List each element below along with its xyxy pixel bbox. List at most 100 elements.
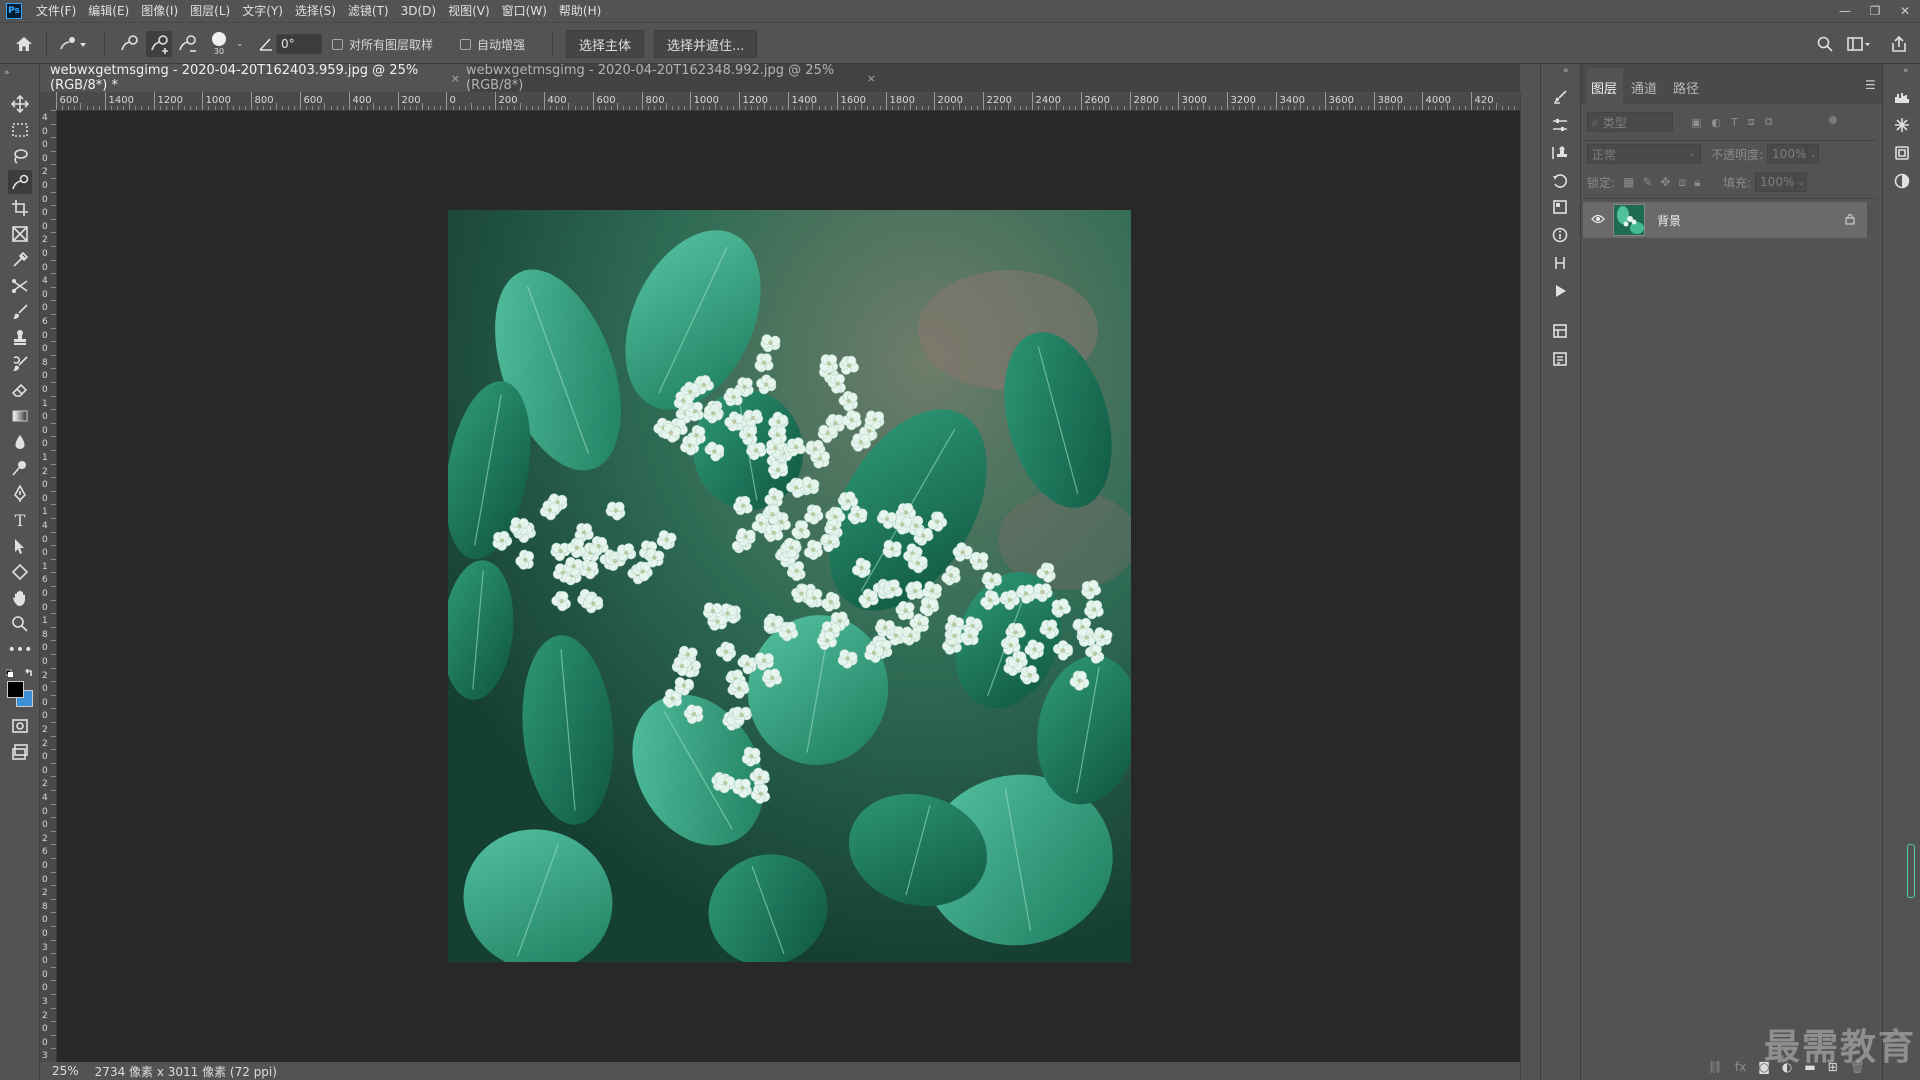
histogram-icon[interactable] (1893, 88, 1911, 106)
collapse-dock-icon[interactable]: « (1563, 66, 1569, 76)
zoom-level[interactable]: 25% (52, 1064, 79, 1078)
menu-layer[interactable]: 图层(L) (184, 0, 236, 22)
eraser-tool-icon[interactable] (8, 378, 32, 402)
clone-source-icon[interactable] (1551, 144, 1569, 162)
clone-stamp-tool-icon[interactable] (8, 326, 32, 350)
home-icon[interactable] (14, 23, 34, 65)
search-icon[interactable] (1816, 23, 1834, 65)
libraries-icon[interactable] (1893, 144, 1911, 162)
new-selection-mode-icon[interactable] (118, 23, 140, 65)
menu-select[interactable]: 选择(S) (289, 0, 342, 22)
paths-panel-icon[interactable] (1551, 254, 1569, 272)
pixel-layer-filter-icon[interactable]: ▣ (1691, 116, 1701, 129)
layer-name[interactable]: 背景 (1657, 212, 1681, 229)
vertical-ruler[interactable]: 4 0 0 0 2 0 0 0 0 2 0 0 4 0 0 6 0 0 8 0 0 1 0 0 0 1 2 0 0 1 4 0 0 1 6 0 0 1 8 0… (40, 110, 57, 1062)
canvas-area[interactable] (57, 111, 1520, 1062)
opacity-dropdown-icon[interactable]: ⌄ (1807, 144, 1820, 164)
lock-position-icon[interactable]: ✥ (1660, 175, 1670, 189)
close-tab-icon[interactable]: × (867, 72, 876, 85)
history-icon[interactable] (1551, 172, 1569, 190)
marquee-tool-icon[interactable] (8, 118, 32, 142)
menu-3d[interactable]: 3D(D) (395, 0, 442, 22)
layer-lock-icon[interactable] (1845, 213, 1855, 228)
opacity-input[interactable]: 100% (1767, 144, 1808, 164)
restore-button[interactable]: ❐ (1860, 0, 1890, 22)
minimize-button[interactable]: — (1830, 0, 1860, 22)
fill-input[interactable]: 100% (1755, 172, 1796, 192)
menu-type[interactable]: 文字(Y) (236, 0, 289, 22)
menu-window[interactable]: 窗口(W) (496, 0, 553, 22)
filter-toggle-icon[interactable] (1829, 116, 1837, 124)
quick-mask-icon[interactable] (8, 714, 32, 738)
layer-row-background[interactable]: 背景 (1583, 202, 1867, 238)
hand-tool-icon[interactable] (8, 586, 32, 610)
share-icon[interactable] (1890, 23, 1908, 65)
gradient-tool-icon[interactable] (8, 404, 32, 428)
menu-image[interactable]: 图像(I) (135, 0, 184, 22)
layer-style-fx-icon[interactable]: fx (1735, 1060, 1746, 1074)
menu-edit[interactable]: 编辑(E) (82, 0, 135, 22)
sample-all-layers-checkbox[interactable]: 对所有图层取样 (332, 23, 433, 65)
layer-filter-select[interactable]: ⌕ 类型 (1587, 112, 1673, 132)
type-layer-filter-icon[interactable]: T (1731, 116, 1738, 129)
quick-selection-tool-icon[interactable] (8, 170, 32, 194)
adjustments-sliders-icon[interactable] (1551, 116, 1569, 134)
type-tool-icon[interactable]: T (8, 508, 32, 532)
subtract-from-selection-mode-icon[interactable] (176, 23, 198, 65)
shape-tool-icon[interactable] (8, 560, 32, 584)
path-selection-tool-icon[interactable] (8, 534, 32, 558)
history-brush-tool-icon[interactable] (8, 352, 32, 376)
tab-channels[interactable]: 通道 (1631, 78, 1657, 97)
chevron-down-icon[interactable]: ⌄ (236, 23, 244, 65)
notes-icon[interactable] (1551, 350, 1569, 368)
smart-object-filter-icon[interactable]: ⧉ (1765, 115, 1773, 129)
tab-layers[interactable]: 图层 (1591, 78, 1617, 97)
auto-enhance-checkbox[interactable]: 自动增强 (460, 23, 525, 65)
healing-brush-tool-icon[interactable] (8, 274, 32, 298)
collapse-right-dock-icon[interactable]: « (1903, 66, 1909, 76)
menu-filter[interactable]: 滤镜(T) (342, 0, 395, 22)
fill-dropdown-icon[interactable]: ⌄ (1795, 172, 1808, 192)
lock-all-icon[interactable]: 🔒︎ (1694, 175, 1700, 190)
properties-icon[interactable] (1551, 322, 1569, 340)
screen-mode-icon[interactable] (8, 740, 32, 764)
more-tools-icon[interactable]: ••• (8, 638, 33, 662)
add-to-selection-mode-icon[interactable] (146, 23, 172, 65)
close-button[interactable]: ✕ (1890, 0, 1920, 22)
menu-file[interactable]: 文件(F) (30, 0, 82, 22)
eyedropper-tool-icon[interactable] (8, 248, 32, 272)
dodge-tool-icon[interactable] (8, 456, 32, 480)
document-image[interactable] (448, 210, 1131, 962)
swatches-icon[interactable] (1551, 198, 1569, 216)
brush-tool-icon[interactable] (8, 300, 32, 324)
tab-document-2[interactable]: webwxgetmsgimg - 2020-04-20T162348.992.j… (456, 63, 886, 93)
brush-settings-icon[interactable] (1551, 88, 1569, 106)
info-icon[interactable] (1551, 226, 1569, 244)
lock-artboard-icon[interactable]: ⧈ (1679, 175, 1687, 190)
panel-menu-icon[interactable]: ☰ (1865, 78, 1876, 92)
visibility-eye-icon[interactable] (1591, 213, 1607, 227)
menu-view[interactable]: 视图(V) (442, 0, 496, 22)
scroll-indicator[interactable] (1907, 844, 1915, 898)
tab-document-1[interactable]: webwxgetmsgimg - 2020-04-20T162403.959.j… (40, 63, 470, 93)
blend-mode-select[interactable]: 正常 ⌄ (1587, 144, 1701, 164)
navigator-icon[interactable] (1893, 116, 1911, 134)
menu-help[interactable]: 帮助(H) (553, 0, 607, 22)
angle-input[interactable]: 0° (276, 34, 322, 54)
foreground-color-swatch[interactable] (7, 681, 24, 698)
collapse-toolbar-icon[interactable]: » (4, 68, 10, 78)
document-info[interactable]: 2734 像素 x 3011 像素 (72 ppi) (95, 1063, 277, 1080)
swap-colors-icon[interactable] (5, 668, 34, 678)
zoom-tool-icon[interactable] (8, 612, 32, 636)
pen-tool-icon[interactable] (8, 482, 32, 506)
ruler-origin[interactable] (40, 92, 56, 110)
workspace-icon[interactable] (1846, 23, 1872, 65)
brush-size-picker[interactable]: 30 (212, 23, 226, 65)
move-tool-icon[interactable] (8, 92, 32, 116)
crop-tool-icon[interactable] (8, 196, 32, 220)
link-layers-icon[interactable]: ⛓︎ (1708, 1060, 1723, 1074)
horizontal-ruler[interactable]: 600 1400 1200 1000 800 600 400 200 0 200 400 600 800… (56, 92, 1520, 111)
frame-tool-icon[interactable] (8, 222, 32, 246)
select-subject-button[interactable]: 选择主体 (566, 30, 645, 58)
tool-preset-picker[interactable] (58, 23, 88, 65)
